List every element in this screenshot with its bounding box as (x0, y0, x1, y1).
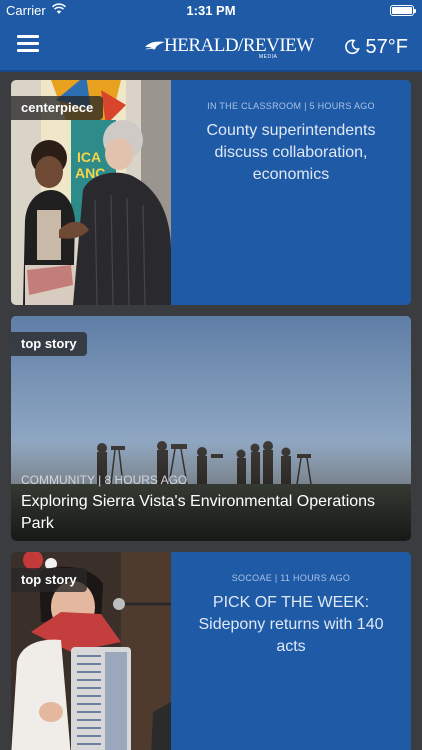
app-logo[interactable]: HERALD/REVIEW MEDIA (144, 34, 314, 60)
story-tag: centerpiece (11, 96, 104, 120)
moon-icon (344, 39, 360, 55)
menu-button[interactable] (17, 35, 39, 53)
battery-icon (390, 5, 416, 16)
status-bar: Carrier 1:31 PM (0, 0, 422, 22)
temperature-label: 57°F (365, 35, 408, 58)
logo-text: HERALD/REVIEW (164, 35, 314, 56)
story-text: SOCOAE | 11 HOURS AGO PICK OF THE WEEK: … (171, 552, 411, 750)
story-tag: top story (11, 568, 87, 592)
story-feed[interactable]: ICA ANC centerpiece IN THE CLASSROOM | 5… (0, 74, 422, 750)
story-card[interactable]: top story COMMUNITY | 8 HOURS AGO Explor… (11, 316, 411, 541)
nav-bar: HERALD/REVIEW MEDIA 57°F (0, 22, 422, 72)
story-card[interactable]: top story SOCOAE | 11 HOURS AGO PICK OF … (11, 552, 411, 750)
story-headline[interactable]: PICK OF THE WEEK: Sidepony returns with … (171, 592, 411, 658)
status-time: 1:31 PM (186, 3, 236, 18)
story-tag: top story (11, 332, 87, 356)
bird-logo-icon (145, 41, 165, 50)
story-meta: COMMUNITY | 8 HOURS AGO (21, 473, 188, 487)
hamburger-icon (17, 35, 39, 38)
svg-text:ICA: ICA (77, 149, 101, 165)
story-headline[interactable]: Exploring Sierra Vista's Environmental O… (21, 491, 397, 535)
story-meta: SOCOAE | 11 HOURS AGO (231, 573, 351, 583)
story-card[interactable]: ICA ANC centerpiece IN THE CLASSROOM | 5… (11, 80, 411, 305)
weather-widget[interactable]: 57°F (344, 35, 408, 59)
story-meta: IN THE CLASSROOM | 5 HOURS AGO (207, 101, 375, 111)
story-text: IN THE CLASSROOM | 5 HOURS AGO County su… (171, 80, 411, 305)
logo-subtext: MEDIA (259, 54, 278, 60)
story-headline[interactable]: County superintendents discuss collabora… (171, 120, 411, 186)
